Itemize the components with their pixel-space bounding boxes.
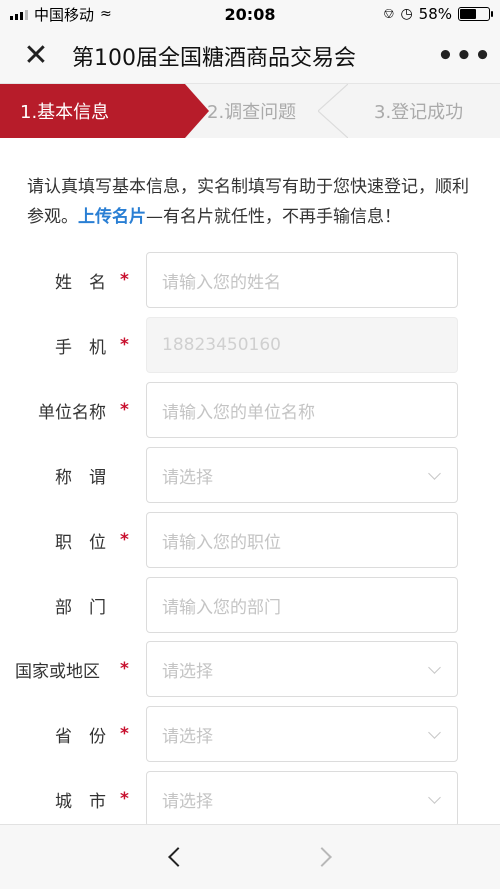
intro-text-after: —有名片就任性，不再手输信息！ (146, 207, 401, 227)
status-left: 中国移动 ≈ (10, 4, 112, 25)
required-mark: * (120, 789, 129, 809)
name-input[interactable]: 请输入您的姓名 (146, 252, 458, 308)
department-placeholder: 请输入您的部门 (162, 597, 281, 618)
company-placeholder: 请输入您的单位名称 (162, 402, 315, 423)
step-survey: 2.调查问题 (185, 84, 350, 138)
chevron-down-icon (428, 791, 441, 804)
chevron-down-icon (428, 661, 441, 674)
position-placeholder: 请输入您的职位 (162, 532, 281, 553)
required-mark: * (120, 270, 129, 290)
company-input[interactable]: 请输入您的单位名称 (146, 382, 458, 438)
chevron-down-icon (428, 726, 441, 739)
province-placeholder: 请选择 (162, 726, 213, 747)
company-label-text: 单位名称 (38, 402, 106, 423)
chevron-left-icon (168, 847, 188, 867)
form-row-country: 国家或地区 * 请选择 (0, 641, 500, 697)
step-survey-label: 2.调查问题 (207, 102, 297, 123)
salutation-select[interactable]: 请选择 (146, 447, 458, 503)
browser-toolbar (0, 824, 500, 889)
name-placeholder: 请输入您的姓名 (162, 272, 281, 293)
required-mark: * (120, 659, 129, 679)
department-input[interactable]: 请输入您的部门 (146, 577, 458, 633)
salutation-placeholder: 请选择 (162, 467, 213, 488)
signal-icon (10, 8, 28, 20)
city-label: 城 市 (0, 771, 106, 827)
position-label-text: 职 位 (55, 532, 106, 553)
name-label: 姓 名 (0, 252, 106, 308)
page-title: 第100届全国糖酒商品交易会 (72, 45, 356, 71)
nav-bar: ✕ 第100届全国糖酒商品交易会 ••• (0, 28, 500, 84)
city-placeholder: 请选择 (162, 791, 213, 812)
province-label: 省 份 (0, 706, 106, 762)
form-row-company: 单位名称 * 请输入您的单位名称 (0, 382, 500, 438)
chevron-down-icon (428, 467, 441, 480)
city-label-text: 城 市 (55, 791, 106, 812)
intro-text: 请认真填写基本信息，实名制填写有助于您快速登记，顺利参观。上传名片—有名片就任性… (27, 172, 477, 232)
position-input[interactable]: 请输入您的职位 (146, 512, 458, 568)
battery-icon (458, 7, 493, 21)
department-label: 部 门 (0, 577, 106, 633)
required-mark: * (120, 530, 129, 550)
more-icon[interactable]: ••• (430, 41, 500, 71)
alarm-icon: ◷ (400, 6, 413, 22)
step-success: 3.登记成功 (374, 102, 464, 123)
country-label-text: 国家或地区 (15, 661, 100, 682)
country-placeholder: 请选择 (162, 661, 213, 682)
status-bar: 中国移动 ≈ 20:08 ⎊ ◷ 58% (0, 0, 500, 28)
form-row-phone: 手 机 * 18823450160 (0, 317, 500, 373)
salutation-label: 称 谓 (0, 447, 106, 503)
back-button[interactable] (155, 837, 195, 877)
province-label-text: 省 份 (55, 726, 106, 747)
battery-percent: 58% (418, 5, 452, 23)
step-basic-info: 1.基本信息 (0, 84, 209, 138)
form-row-position: 职 位 * 请输入您的职位 (0, 512, 500, 568)
form-row-province: 省 份 * 请选择 (0, 706, 500, 762)
province-select[interactable]: 请选择 (146, 706, 458, 762)
forward-button[interactable] (305, 837, 345, 877)
form-row-name: 姓 名 * 请输入您的姓名 (0, 252, 500, 308)
name-label-text: 姓 名 (55, 272, 106, 293)
phone-label-text: 手 机 (55, 337, 106, 358)
chevron-right-icon (312, 847, 332, 867)
department-label-text: 部 门 (55, 597, 106, 618)
step-indicator: 1.基本信息 2.调查问题 3.登记成功 (0, 84, 500, 138)
status-right: ⎊ ◷ 58% (383, 5, 493, 23)
required-mark: * (120, 400, 129, 420)
company-label: 单位名称 (0, 382, 106, 438)
form-row-department: 部 门 请输入您的部门 (0, 577, 500, 633)
position-label: 职 位 (0, 512, 106, 568)
carrier-label: 中国移动 (34, 5, 95, 24)
city-select[interactable]: 请选择 (146, 771, 458, 827)
country-select[interactable]: 请选择 (146, 641, 458, 697)
phone-value: 18823450160 (162, 335, 281, 355)
phone-label: 手 机 (0, 317, 106, 373)
form-row-title: 称 谓 请选择 (0, 447, 500, 503)
close-icon[interactable]: ✕ (0, 28, 72, 84)
rotation-lock-icon: ⎊ (383, 6, 395, 22)
battery-level (460, 9, 477, 19)
required-mark: * (120, 335, 129, 355)
phone-input: 18823450160 (146, 317, 458, 373)
upload-card-link[interactable]: 上传名片 (78, 207, 146, 227)
form-row-city: 城 市 * 请选择 (0, 771, 500, 827)
salutation-label-text: 称 谓 (55, 467, 106, 488)
required-mark: * (120, 724, 129, 744)
wifi-icon: ≈ (100, 6, 112, 22)
country-label: 国家或地区 (0, 641, 100, 697)
